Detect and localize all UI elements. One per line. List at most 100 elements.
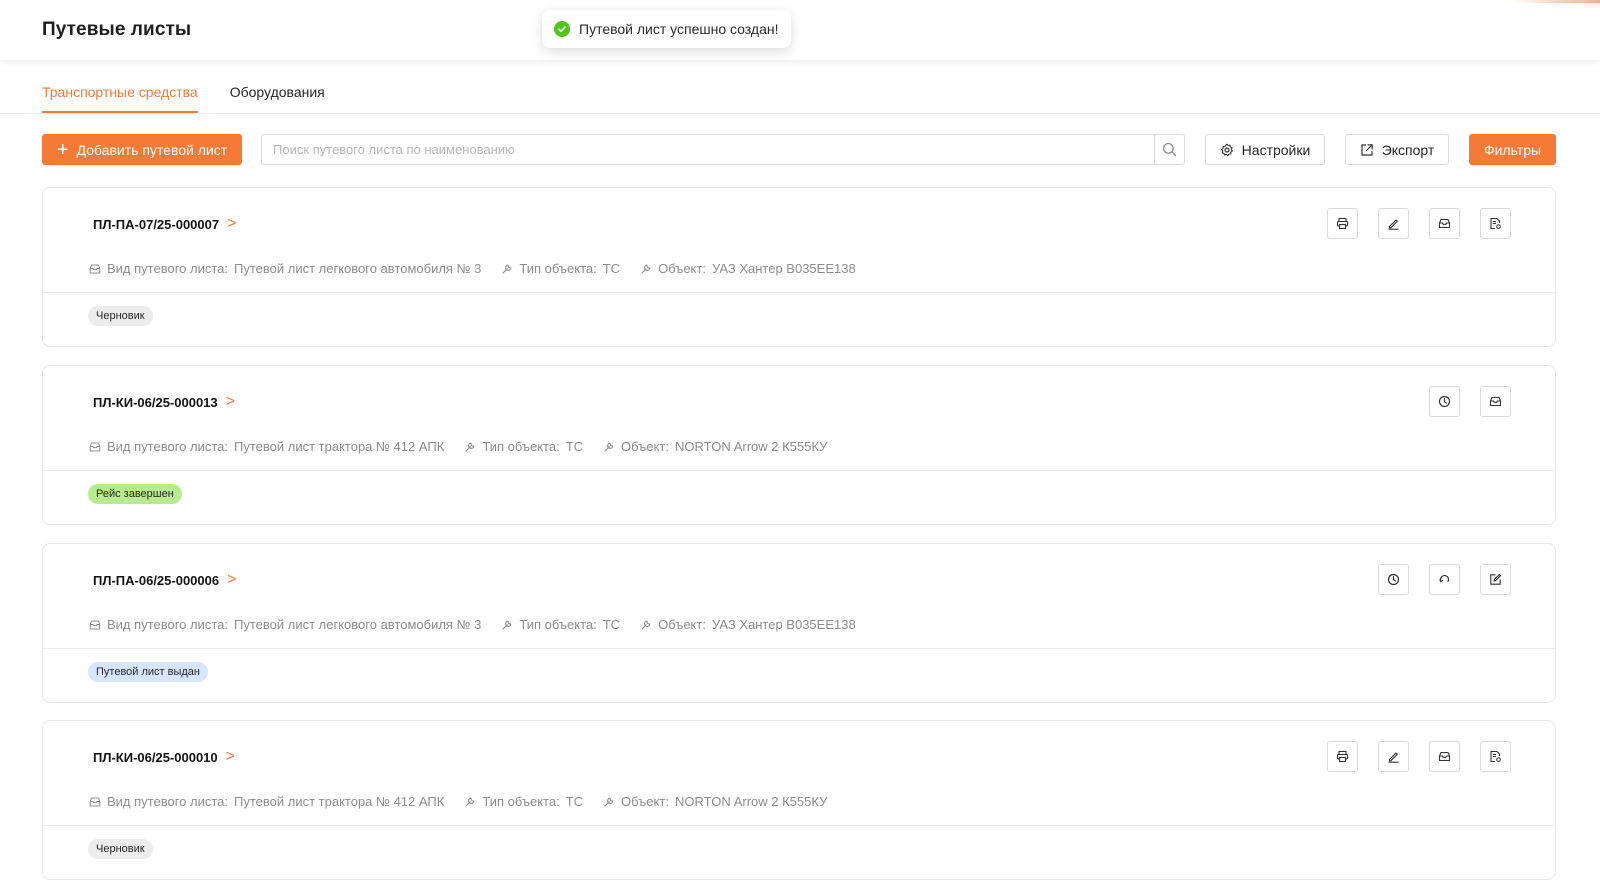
search-icon xyxy=(1162,142,1177,157)
toast-message: Путевой лист успешно создан! xyxy=(579,21,779,37)
meta-object-label: Объект: xyxy=(621,794,669,809)
waybill-title-link[interactable]: ПЛ-ПА-07/25-000007 > xyxy=(93,216,236,232)
settings-label: Настройки xyxy=(1241,141,1311,158)
edit-document-button[interactable] xyxy=(1480,564,1511,595)
archive-button[interactable] xyxy=(1429,208,1460,239)
waybill-title-link[interactable]: ПЛ-ПА-06/25-000006 > xyxy=(93,572,236,588)
wrench-icon xyxy=(603,796,615,808)
meta-object-value: УАЗ Хантер В035ЕЕ138 xyxy=(711,261,856,276)
meta-type-label: Вид путевого листа: xyxy=(107,261,228,276)
card-actions xyxy=(1327,741,1511,772)
meta-object-type: Тип объекта: ТС xyxy=(464,439,583,454)
meta-object-type-value: ТС xyxy=(602,617,621,632)
meta-object-type-label: Тип объекта: xyxy=(482,439,560,454)
wrench-icon xyxy=(501,263,513,275)
meta-object-type-value: ТС xyxy=(602,261,621,276)
edit-button[interactable] xyxy=(1378,208,1409,239)
card-actions xyxy=(1378,564,1511,595)
edit-icon xyxy=(1387,217,1400,230)
waybill-meta: Вид путевого листа: Путевой лист трактор… xyxy=(89,794,847,809)
waybill-card: ПЛ-КИ-06/25-000013 > Вид путевого листа:… xyxy=(42,365,1556,525)
wrench-icon xyxy=(640,263,652,275)
printer-icon xyxy=(1336,217,1349,230)
waybill-meta: Вид путевого листа: Путевой лист легково… xyxy=(89,617,876,632)
meta-type-value: Путевой лист трактора № 412 АПК xyxy=(234,439,445,454)
clock-icon xyxy=(1387,573,1400,586)
meta-type-value: Путевой лист легкового автомобиля № 3 xyxy=(234,261,482,276)
meta-object-label: Объект: xyxy=(658,261,706,276)
meta-object-type: Тип объекта: ТС xyxy=(501,617,620,632)
page-header: Путевые листы xyxy=(0,0,1600,60)
plus-icon: + xyxy=(56,138,69,161)
printer-button[interactable] xyxy=(1327,741,1358,772)
check-circle-icon xyxy=(554,21,570,37)
card-actions xyxy=(1429,386,1511,417)
meta-type-value: Путевой лист трактора № 412 АПК xyxy=(234,794,445,809)
search-button[interactable] xyxy=(1154,135,1184,164)
filters-button[interactable]: Фильтры xyxy=(1469,134,1556,165)
edit-button[interactable] xyxy=(1378,741,1409,772)
search-box xyxy=(261,134,1185,165)
document-settings-icon xyxy=(1489,217,1502,230)
inbox-icon xyxy=(89,796,101,808)
meta-object-type: Тип объекта: ТС xyxy=(501,261,620,276)
meta-object-value: NORTON Arrow 2 К555КУ xyxy=(674,794,828,809)
waybill-title-link[interactable]: ПЛ-КИ-06/25-000013 > xyxy=(93,394,235,410)
meta-object: Объект: УАЗ Хантер В035ЕЕ138 xyxy=(640,617,856,632)
success-toast: Путевой лист успешно создан! xyxy=(542,10,791,48)
card-actions xyxy=(1327,208,1511,239)
card-divider xyxy=(43,648,1555,649)
search-input[interactable] xyxy=(262,135,1154,164)
waybill-meta: Вид путевого листа: Путевой лист трактор… xyxy=(89,439,847,454)
meta-waybill-type: Вид путевого листа: Путевой лист легково… xyxy=(89,617,481,632)
inbox-icon xyxy=(89,441,101,453)
meta-waybill-type: Вид путевого листа: Путевой лист легково… xyxy=(89,261,481,276)
refresh-button[interactable] xyxy=(1429,564,1460,595)
archive-icon xyxy=(1438,217,1451,230)
wrench-icon xyxy=(603,441,615,453)
meta-object-value: УАЗ Хантер В035ЕЕ138 xyxy=(711,617,856,632)
chevron-right-icon: > xyxy=(225,748,235,765)
export-icon xyxy=(1360,143,1374,157)
waybill-card: ПЛ-ПА-07/25-000007 > Вид путевого листа:… xyxy=(42,187,1556,347)
waybill-title-link[interactable]: ПЛ-КИ-06/25-000010 > xyxy=(93,749,235,765)
archive-button[interactable] xyxy=(1429,741,1460,772)
waybill-card: ПЛ-КИ-06/25-000010 > Вид путевого листа:… xyxy=(42,720,1556,880)
tab-equipment[interactable]: Оборудования xyxy=(230,84,325,113)
printer-button[interactable] xyxy=(1327,208,1358,239)
status-badge: Рейс завершен xyxy=(88,484,182,504)
chevron-right-icon: > xyxy=(225,393,235,410)
document-settings-button[interactable] xyxy=(1480,208,1511,239)
toolbar: + Добавить путевой лист Настройки Экспор… xyxy=(0,114,1600,184)
tab-vehicles[interactable]: Транспортные средства xyxy=(42,84,198,113)
inbox-icon xyxy=(89,619,101,631)
archive-icon xyxy=(1489,395,1502,408)
gear-icon xyxy=(1220,143,1234,157)
clock-button[interactable] xyxy=(1429,386,1460,417)
export-button[interactable]: Экспорт xyxy=(1345,134,1449,165)
card-divider xyxy=(43,470,1555,471)
meta-object: Объект: NORTON Arrow 2 К555КУ xyxy=(603,439,827,454)
document-settings-icon xyxy=(1489,750,1502,763)
clock-button[interactable] xyxy=(1378,564,1409,595)
meta-object-type-label: Тип объекта: xyxy=(482,794,560,809)
add-waybill-label: Добавить путевой лист xyxy=(76,141,228,158)
add-waybill-button[interactable]: + Добавить путевой лист xyxy=(42,134,242,165)
document-settings-button[interactable] xyxy=(1480,741,1511,772)
archive-button[interactable] xyxy=(1480,386,1511,417)
wrench-icon xyxy=(640,619,652,631)
chevron-right-icon: > xyxy=(227,215,237,232)
page-title: Путевые листы xyxy=(42,19,192,40)
inbox-icon xyxy=(89,263,101,275)
waybill-number: ПЛ-КИ-06/25-000013 xyxy=(93,394,218,410)
settings-button[interactable]: Настройки xyxy=(1205,134,1325,165)
meta-waybill-type: Вид путевого листа: Путевой лист трактор… xyxy=(89,439,444,454)
waybill-number: ПЛ-ПА-06/25-000006 xyxy=(93,572,220,588)
status-badge: Черновик xyxy=(88,306,153,326)
waybill-number: ПЛ-ПА-07/25-000007 xyxy=(93,216,220,232)
meta-object-label: Объект: xyxy=(621,439,669,454)
edit-icon xyxy=(1387,750,1400,763)
card-divider xyxy=(43,292,1555,293)
meta-object: Объект: NORTON Arrow 2 К555КУ xyxy=(603,794,827,809)
meta-object-type-label: Тип объекта: xyxy=(519,617,597,632)
